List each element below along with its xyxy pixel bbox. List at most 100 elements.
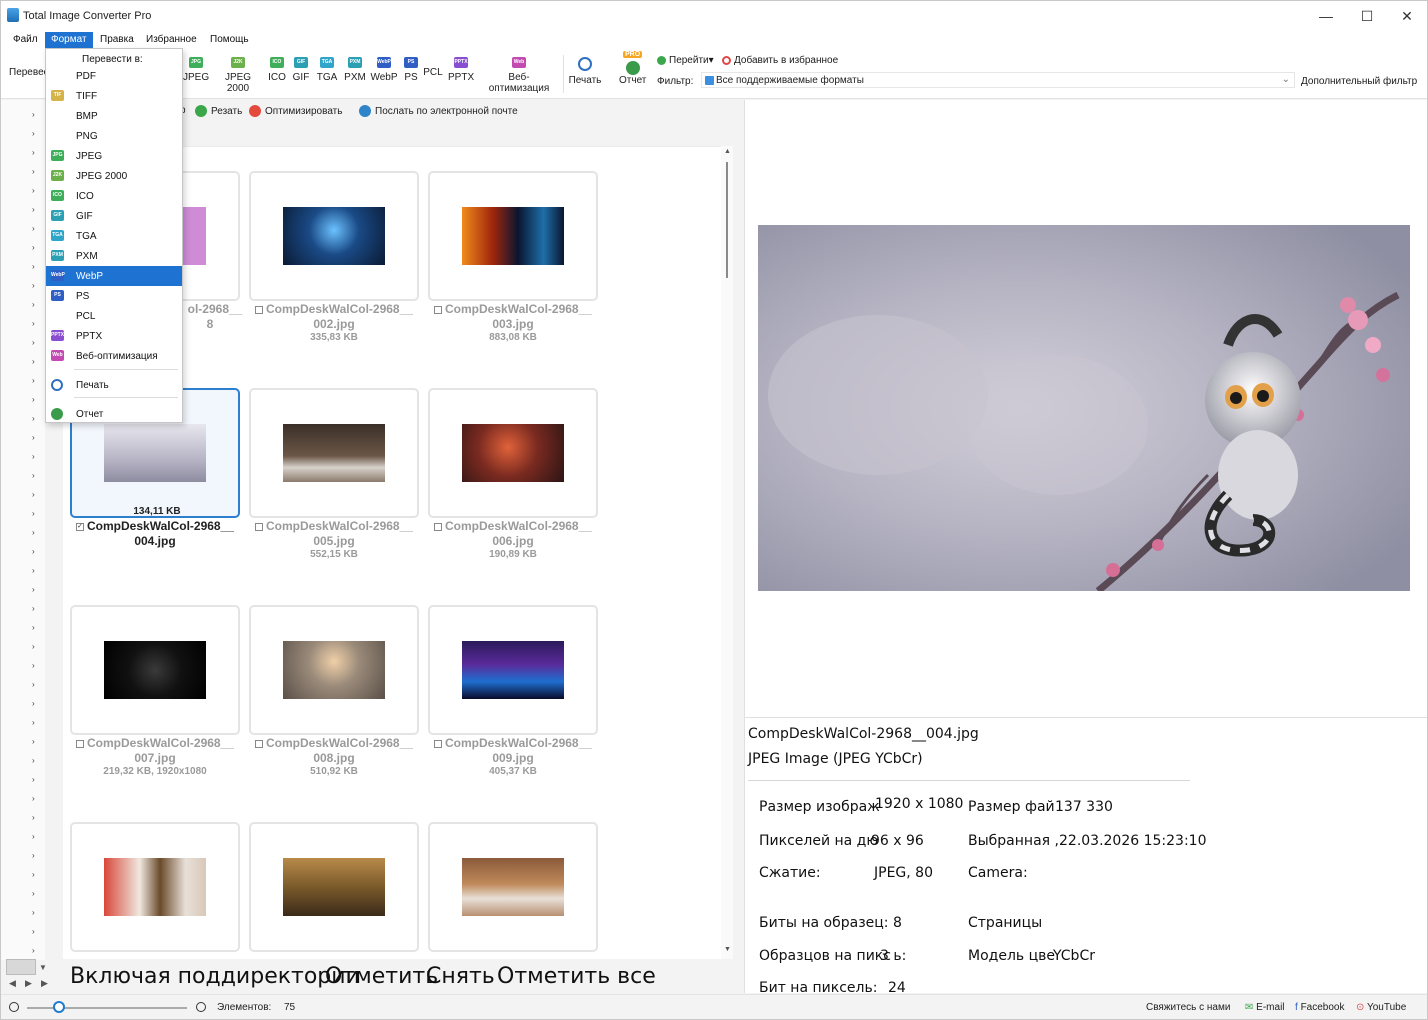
tree-scroll-left-icon[interactable]: ◀ — [9, 978, 16, 989]
uncheck-button[interactable]: Снять — [426, 964, 495, 989]
tree-expand-icon[interactable]: › — [32, 547, 40, 557]
tree-expand-icon[interactable]: › — [32, 699, 40, 709]
tree-expand-icon[interactable]: › — [32, 110, 40, 120]
tree-expand-icon[interactable]: › — [32, 585, 40, 595]
dropdown-item-bmp[interactable]: BMP — [46, 106, 182, 126]
zoom-slider[interactable] — [27, 1007, 187, 1009]
dropdown-item-tga[interactable]: TGA TGA — [46, 226, 182, 246]
tree-expand-icon[interactable]: › — [32, 129, 40, 139]
optimize-button[interactable]: Оптимизировать — [249, 105, 342, 117]
tree-expand-icon[interactable]: › — [32, 338, 40, 348]
tree-expand-icon[interactable]: › — [32, 186, 40, 196]
cut-button[interactable]: Резать — [195, 105, 242, 117]
menu-help[interactable]: Помощь — [204, 32, 255, 48]
thumbnail-checkbox[interactable] — [255, 522, 264, 531]
filter-select[interactable]: Все поддерживаемые форматы ⌄ — [701, 72, 1295, 88]
format-webp-button[interactable]: WebP WebP — [370, 57, 398, 97]
tree-expand-icon[interactable]: › — [32, 775, 40, 785]
email-link[interactable]: ✉ E-mail — [1245, 1002, 1285, 1013]
menu-file[interactable]: Файл — [7, 32, 44, 48]
tree-expand-icon[interactable]: › — [32, 661, 40, 671]
facebook-link[interactable]: f Facebook — [1295, 1002, 1344, 1013]
web-optimize-button[interactable]: Web Веб-оптимизация — [479, 57, 559, 97]
tree-expand-icon[interactable]: › — [32, 243, 40, 253]
youtube-link[interactable]: ⊙ YouTube — [1356, 1002, 1406, 1013]
add-favorites-button[interactable]: Добавить в избранное — [722, 55, 838, 66]
dropdown-item-print[interactable]: Печать — [46, 375, 182, 395]
dropdown-item-pdf[interactable]: PDF — [46, 66, 182, 86]
tree-expand-icon[interactable]: › — [32, 813, 40, 823]
thumbnail-002[interactable] — [249, 171, 419, 301]
tree-expand-icon[interactable]: › — [32, 623, 40, 633]
thumbnail-checkbox[interactable] — [255, 739, 264, 748]
tree-expand-icon[interactable]: › — [32, 452, 40, 462]
tree-scroll-handle[interactable] — [6, 959, 36, 975]
thumbnail-checkbox[interactable] — [434, 739, 443, 748]
tree-expand-icon[interactable]: › — [32, 756, 40, 766]
dropdown-item-tiff[interactable]: TIF TIFF — [46, 86, 182, 106]
thumbnail-checkbox[interactable] — [255, 305, 264, 314]
include-subdirs-toggle[interactable]: Включая поддиректории — [70, 964, 360, 989]
tree-expand-icon[interactable]: › — [32, 395, 40, 405]
check-button[interactable]: Отметить — [325, 964, 438, 989]
menu-format[interactable]: Формат — [45, 32, 93, 48]
menu-favorites[interactable]: Избранное — [140, 32, 203, 48]
tree-expand-icon[interactable]: › — [32, 224, 40, 234]
thumbnail-012[interactable] — [428, 822, 598, 952]
tree-expand-icon[interactable]: › — [32, 414, 40, 424]
tree-expand-icon[interactable]: › — [32, 851, 40, 861]
tree-expand-icon[interactable]: › — [32, 566, 40, 576]
tree-expand-icon[interactable]: › — [32, 737, 40, 747]
tree-expand-icon[interactable]: › — [32, 889, 40, 899]
folder-tree[interactable]: › › › › › › › › › › › › › › › › › › › › › › › › › › › › › › › › › › › › › › › ›… — [1, 100, 45, 960]
dropdown-item-jpeg[interactable]: JPG JPEG — [46, 146, 182, 166]
zoom-in-icon[interactable] — [196, 1002, 206, 1012]
scroll-down-icon[interactable]: ▼ — [724, 946, 731, 953]
minimize-button[interactable]: — — [1304, 1, 1348, 31]
tree-expand-icon[interactable]: › — [32, 832, 40, 842]
dropdown-item-report[interactable]: Отчет — [46, 404, 182, 424]
grid-scrollbar[interactable] — [721, 146, 733, 959]
thumbnail-006[interactable] — [428, 388, 598, 518]
tree-expand-icon[interactable]: › — [32, 927, 40, 937]
dropdown-item-pcl[interactable]: PCL — [46, 306, 182, 326]
dropdown-item-ps[interactable]: PS PS — [46, 286, 182, 306]
tree-expand-icon[interactable]: › — [32, 509, 40, 519]
tree-expand-icon[interactable]: › — [32, 376, 40, 386]
tree-expand-icon[interactable]: › — [32, 319, 40, 329]
tree-expand-icon[interactable]: › — [32, 471, 40, 481]
tree-scroll-right-icon-2[interactable]: ▶ — [41, 978, 48, 989]
thumbnail-008[interactable] — [249, 605, 419, 735]
tree-expand-icon[interactable]: › — [32, 148, 40, 158]
tree-expand-icon[interactable]: › — [32, 205, 40, 215]
thumbnail-009[interactable] — [428, 605, 598, 735]
email-button[interactable]: Послать по электронной почте — [359, 105, 518, 117]
tree-expand-icon[interactable]: › — [32, 490, 40, 500]
thumbnail-005[interactable] — [249, 388, 419, 518]
grid-scrollbar-thumb[interactable] — [726, 162, 728, 278]
tree-scroll-down-icon[interactable]: ▼ — [39, 963, 47, 972]
close-button[interactable]: ✕ — [1385, 1, 1427, 31]
format-tga-button[interactable]: TGA TGA — [315, 57, 339, 97]
thumbnail-checkbox[interactable] — [76, 739, 85, 748]
tree-expand-icon[interactable]: › — [32, 604, 40, 614]
tree-expand-icon[interactable]: › — [32, 528, 40, 538]
dropdown-item-web-optimize[interactable]: Web Веб-оптимизация — [46, 346, 182, 366]
dropdown-item-gif[interactable]: GIF GIF — [46, 206, 182, 226]
goto-button[interactable]: Перейти▾ — [657, 55, 714, 66]
dropdown-item-webp[interactable]: WebP WebP — [46, 266, 182, 286]
dropdown-item-pxm[interactable]: PXM PXM — [46, 246, 182, 266]
report-button[interactable]: PRO Отчет — [616, 49, 650, 89]
format-jpeg-button[interactable]: JPG JPEG — [183, 57, 209, 97]
thumbnail-checkbox[interactable] — [434, 305, 443, 314]
maximize-button[interactable]: ☐ — [1345, 1, 1389, 31]
dropdown-item-jpeg2000[interactable]: J2K JPEG 2000 — [46, 166, 182, 186]
tree-expand-icon[interactable]: › — [32, 946, 40, 956]
format-pxm-button[interactable]: PXM PXM — [343, 57, 367, 97]
tree-expand-icon[interactable]: › — [32, 433, 40, 443]
tree-expand-icon[interactable]: › — [32, 642, 40, 652]
thumbnail-checkbox[interactable] — [434, 522, 443, 531]
zoom-out-icon[interactable] — [9, 1002, 19, 1012]
thumbnail-011[interactable] — [249, 822, 419, 952]
print-button[interactable]: Печать — [567, 57, 603, 97]
